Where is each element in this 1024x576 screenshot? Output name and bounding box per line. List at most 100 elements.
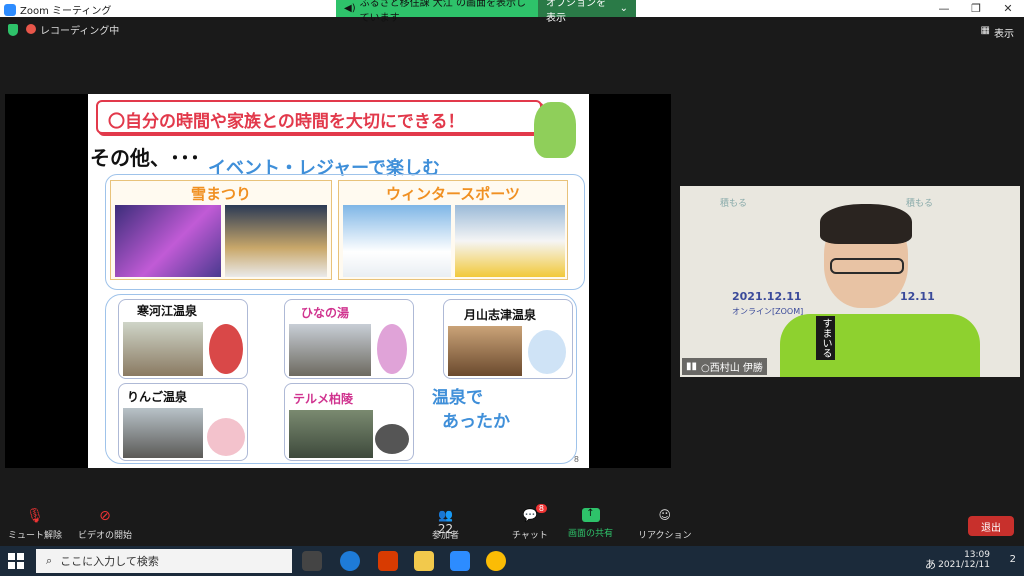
shirt-text: すまいる — [816, 316, 835, 360]
maximize-button[interactable]: ❐ — [960, 0, 992, 17]
backdrop-sub: オンライン[ZOOM] — [732, 307, 804, 316]
onsen-mascot — [207, 418, 245, 456]
close-button[interactable]: ✕ — [992, 0, 1024, 17]
clock-date: 2021/12/11 — [938, 560, 990, 570]
recording-label: レコーディング中 — [40, 26, 120, 37]
taskbar-search-box[interactable]: ⌕ ここに入力して検索 — [36, 549, 292, 573]
office-icon[interactable] — [378, 551, 398, 571]
warm-onsen-text: 温泉で あったか — [432, 386, 510, 434]
leave-button[interactable]: 退出 — [968, 516, 1014, 536]
backdrop-text-top: 積もる — [720, 199, 748, 209]
chevron-down-icon: ⌄ — [619, 3, 628, 14]
onsen-name: 寒河江温泉 — [137, 304, 198, 318]
video-off-icon: ⊘ — [99, 508, 111, 524]
start-video-button[interactable]: ⊘ ビデオの開始 — [78, 508, 132, 541]
person-hair — [820, 204, 912, 244]
reactions-label: リアクション — [638, 531, 692, 541]
app-title-group: Zoom ミーティング — [4, 2, 111, 17]
meeting-status-row: レコーディング中 — [8, 22, 119, 37]
start-video-label: ビデオの開始 — [78, 531, 133, 541]
warm-line-1: 温泉で — [432, 388, 483, 408]
onsen-photo — [448, 326, 522, 376]
share-status: ◀) ふるさと移住課 大江 の画面を表示しています — [336, 0, 538, 24]
search-placeholder: ここに入力して検索 — [60, 555, 159, 568]
onsen-card: ひなの湯 — [284, 299, 414, 379]
participants-button[interactable]: 👥 22 参加者 — [432, 508, 459, 541]
edge-icon[interactable] — [340, 551, 360, 571]
snow-festival-panel: 雪まつり — [110, 180, 332, 280]
mascot-image — [534, 102, 576, 158]
meeting-toolbar: 🎙 ミュート解除 ⊘ ビデオの開始 👥 22 参加者 💬 8 チャット ↑ 画面の… — [0, 500, 1024, 544]
notification-count[interactable]: 2 — [1010, 554, 1016, 565]
onsen-name: 月山志津温泉 — [464, 308, 537, 322]
unmute-button[interactable]: 🎙 ミュート解除 — [8, 508, 62, 541]
speaker-icon: ◀) — [344, 3, 356, 14]
record-icon — [26, 24, 36, 34]
security-shield-icon[interactable] — [8, 23, 18, 36]
winter-sports-photo-1 — [343, 205, 451, 277]
participant-name: ○西村山 伊勝 — [701, 363, 763, 374]
onsen-card: テルメ柏陵 — [284, 383, 414, 461]
zoom-logo-icon — [4, 3, 16, 16]
onsen-section: 寒河江温泉 ひなの湯 月山志津温泉 りんご温泉 テルメ柏陵 — [105, 294, 577, 464]
onsen-mascot — [377, 324, 407, 374]
onsen-name: テルメ柏陵 — [293, 392, 354, 406]
file-explorer-icon[interactable] — [414, 551, 434, 571]
windows-start-icon[interactable] — [8, 553, 24, 569]
view-label: 表示 — [994, 29, 1014, 40]
snow-festival-label: 雪まつり — [190, 185, 251, 203]
ime-indicator[interactable]: あ — [925, 556, 936, 572]
unmute-label: ミュート解除 — [8, 531, 63, 541]
onsen-card: 寒河江温泉 — [118, 299, 248, 379]
view-button[interactable]: ▦ 表示 — [981, 25, 1014, 40]
winter-sports-label: ウィンタースポーツ — [386, 185, 520, 203]
slide-page-number: 8 — [573, 455, 579, 464]
screen-share-banner: ◀) ふるさと移住課 大江 の画面を表示しています オプションを表示 ⌄ — [336, 0, 636, 24]
recording-indicator: レコーディング中 — [26, 22, 119, 37]
view-options-button[interactable]: オプションを表示 ⌄ — [538, 0, 636, 24]
snow-festival-photo-1 — [115, 205, 221, 277]
snow-festival-photo-2 — [225, 205, 327, 277]
chat-button[interactable]: 💬 8 チャット — [512, 504, 548, 541]
event-section: 雪まつり ウィンタースポーツ — [105, 174, 585, 290]
warm-line-2: あったか — [442, 412, 510, 432]
grid-icon: ▦ — [980, 25, 990, 36]
minimize-button[interactable]: — — [928, 0, 960, 17]
slide-headline: 〇自分の時間や家族との時間を大切にできる！ — [96, 100, 542, 134]
backdrop-date-1: 2021.12.11 — [732, 290, 802, 303]
backdrop-date-2: 12.11 — [900, 290, 935, 303]
participants-count: 22 — [437, 522, 454, 536]
onsen-card: 月山志津温泉 — [443, 299, 573, 379]
glasses-icon — [830, 258, 904, 274]
participant-name-tag: ▮▮ ○西村山 伊勝 — [682, 358, 767, 375]
participant-video[interactable]: 積もる 積もる 2021.12.11 オンライン[ZOOM] 12.11 すまい… — [680, 186, 1020, 377]
smiley-icon: ☺ — [658, 508, 672, 522]
window-controls: — ❐ ✕ — [928, 0, 1024, 17]
chrome-icon[interactable] — [486, 551, 506, 571]
search-icon: ⌕ — [46, 554, 53, 567]
app-title: Zoom ミーティング — [20, 6, 112, 17]
clock-time[interactable]: 13:09 — [938, 550, 990, 560]
participants-icon: 👥 22 — [437, 508, 454, 536]
share-screen-label: 画面の共有 — [568, 529, 614, 539]
view-options-label: オプションを表示 — [546, 0, 606, 24]
onsen-photo — [289, 410, 373, 458]
onsen-name: ひなの湯 — [301, 306, 350, 320]
shared-screen: 〇自分の時間や家族との時間を大切にできる！ その他、･･･ イベント・レジャーで… — [5, 94, 671, 468]
share-screen-button[interactable]: ↑ 画面の共有 — [568, 508, 613, 539]
chat-icon: 💬 8 — [519, 504, 547, 524]
title-bar: Zoom ミーティング ◀) ふるさと移住課 大江 の画面を表示しています オプ… — [0, 0, 1024, 24]
onsen-photo — [289, 324, 371, 376]
zoom-taskbar-icon[interactable] — [450, 551, 470, 571]
slide-other-text: その他、･･･ — [90, 146, 200, 170]
signal-icon: ▮▮ — [686, 361, 698, 372]
reactions-button[interactable]: ☺ リアクション — [638, 508, 692, 541]
onsen-mascot — [209, 324, 243, 374]
system-tray: あ 13:09 2021/12/11 2 — [925, 550, 1016, 571]
share-status-text: ふるさと移住課 大江 の画面を表示しています — [359, 0, 526, 24]
task-view-icon[interactable] — [302, 551, 322, 571]
onsen-photo — [123, 322, 203, 376]
presentation-slide: 〇自分の時間や家族との時間を大切にできる！ その他、･･･ イベント・レジャーで… — [88, 94, 589, 468]
windows-taskbar: ⌕ ここに入力して検索 あ 13:09 2021/12/11 2 — [0, 546, 1024, 576]
onsen-photo — [123, 408, 203, 458]
